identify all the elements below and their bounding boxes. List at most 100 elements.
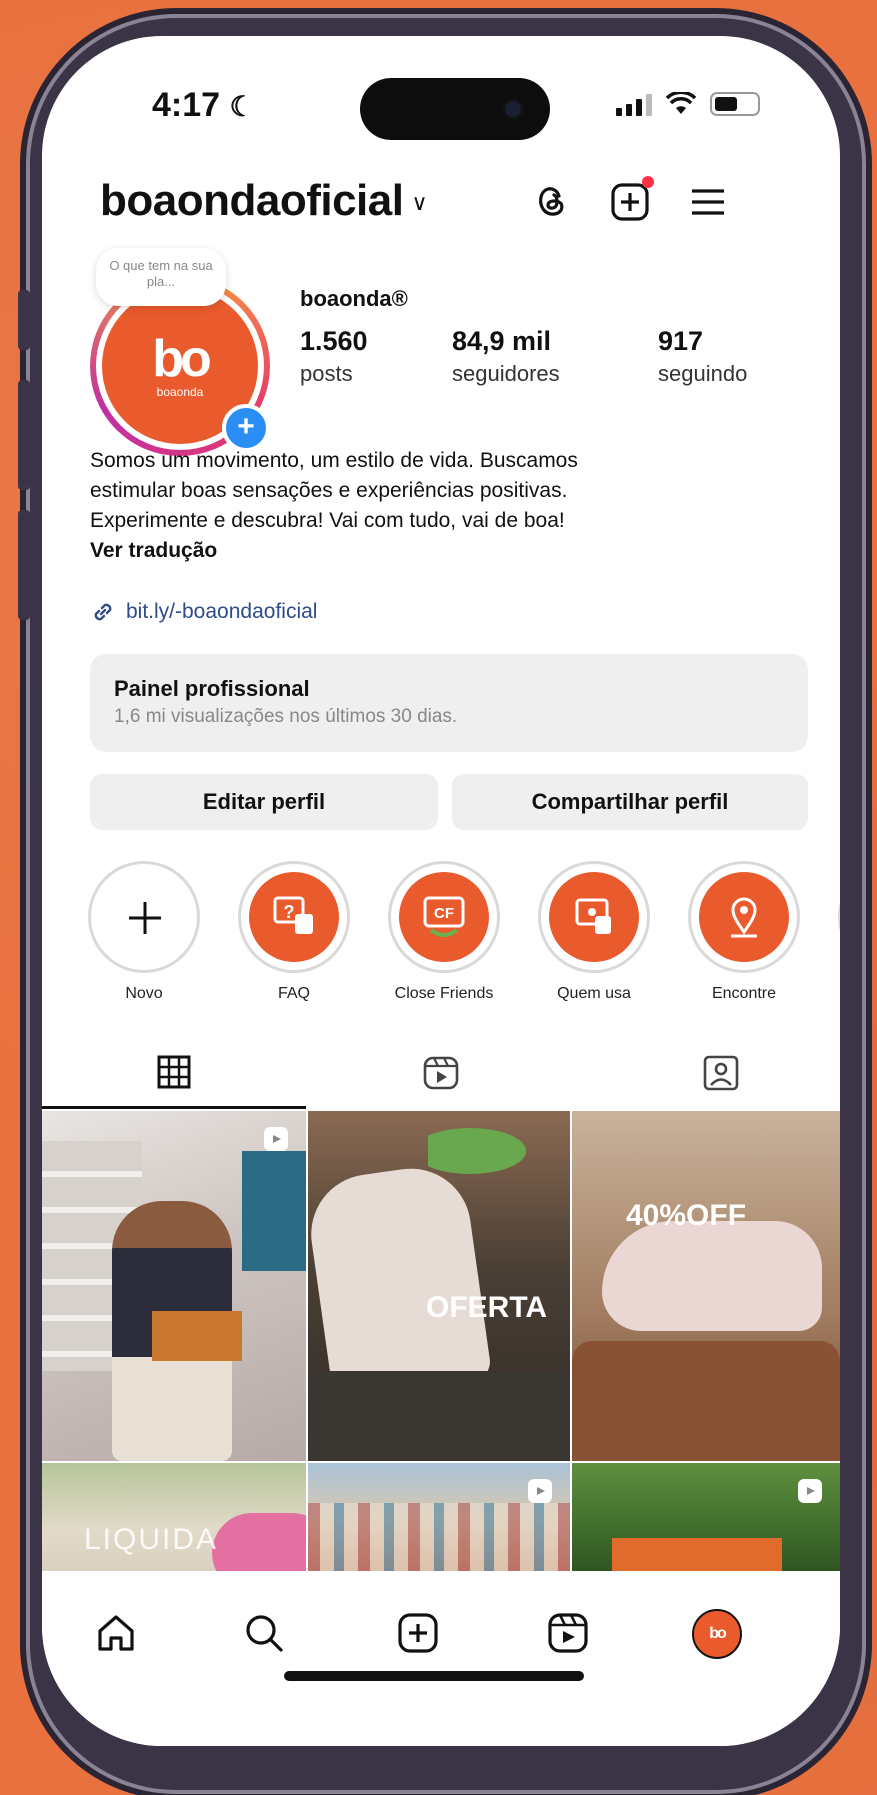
- bottom-navigation: bo: [42, 1571, 840, 1746]
- post-overlay-text: 40%OFF: [626, 1199, 747, 1232]
- stat-value: 84,9 mil: [452, 326, 552, 356]
- status-bar: 4:17 ☾: [42, 36, 840, 156]
- see-translation-link[interactable]: Ver tradução: [90, 536, 730, 566]
- svg-text:CF: CF: [434, 905, 454, 922]
- highlight-more[interactable]: [834, 861, 840, 973]
- phone-mute-switch: [18, 290, 30, 350]
- reel-badge-icon: [264, 1127, 288, 1151]
- display-name: boaonda®: [300, 286, 408, 311]
- close-friends-icon: CF: [423, 896, 465, 937]
- slipper-image: [308, 1160, 493, 1402]
- post-thumbnail[interactable]: LIQUIDA: [42, 1463, 306, 1576]
- shoe-box: [152, 1311, 242, 1361]
- pink-shoe: [212, 1513, 306, 1576]
- post-overlay-text: OFERTA: [426, 1291, 548, 1324]
- brand-logo-sub: boaonda: [156, 385, 204, 399]
- status-time: 4:17 ☾: [152, 86, 255, 124]
- note-bubble[interactable]: O que tem na sua pla...: [96, 248, 226, 306]
- professional-dashboard[interactable]: Painel profissional 1,6 mi visualizações…: [90, 654, 808, 752]
- search-icon[interactable]: [242, 1611, 286, 1655]
- bio-line: estimular boas sensações e experiências …: [90, 479, 568, 502]
- battery-icon: [710, 92, 760, 116]
- post-thumbnail[interactable]: [572, 1463, 840, 1576]
- dashboard-title: Painel profissional: [114, 676, 310, 701]
- stat-following[interactable]: 917 seguindo: [658, 326, 747, 387]
- phone-volume-up: [18, 380, 30, 490]
- username-switcher[interactable]: boaondaoficial ∨: [100, 176, 428, 226]
- share-profile-button[interactable]: Compartilhar perfil: [452, 774, 808, 830]
- leaf-decor: [428, 1111, 568, 1191]
- rock-image: [308, 1371, 570, 1461]
- add-story-plus-icon[interactable]: +: [222, 404, 270, 452]
- plus-icon: [129, 902, 161, 934]
- reel-badge-icon: [798, 1479, 822, 1503]
- svg-text:?: ?: [284, 902, 295, 922]
- edit-profile-button[interactable]: Editar perfil: [90, 774, 438, 830]
- question-chat-icon: ?: [273, 896, 313, 934]
- beach-crowd: [308, 1503, 570, 1576]
- phone-screen: 4:17 ☾ boaondaoficial ∨ bo boaonda O que …: [42, 36, 840, 1746]
- highlight-cover: [699, 872, 789, 962]
- post-thumbnail[interactable]: 40%OFF: [572, 1111, 840, 1461]
- stat-value: 917: [658, 326, 704, 356]
- threads-icon[interactable]: [532, 182, 572, 222]
- create-post-icon[interactable]: [396, 1611, 440, 1655]
- sneaker-image: [602, 1221, 822, 1331]
- brand-logo: bo: [152, 330, 211, 388]
- dashboard-subtitle: 1,6 mi visualizações nos últimos 30 dias…: [114, 706, 458, 727]
- grid-icon[interactable]: [156, 1054, 192, 1090]
- notification-dot: [642, 176, 654, 188]
- stat-followers[interactable]: 84,9 mil seguidores: [452, 326, 560, 387]
- bio-line: Somos um movimento, um estilo de vida. B…: [90, 449, 578, 472]
- chevron-down-icon: ∨: [411, 190, 428, 216]
- signal-icon: [616, 94, 652, 116]
- stat-label: seguindo: [658, 361, 748, 386]
- tree-stump: [572, 1341, 840, 1461]
- stat-value: 1.560: [300, 326, 368, 356]
- bio-line: Experimente e descubra! Vai com tudo, va…: [90, 509, 565, 532]
- highlight-cover: ?: [249, 872, 339, 962]
- moon-icon: ☾: [229, 91, 255, 122]
- post-thumbnail[interactable]: [308, 1463, 570, 1576]
- post-thumbnail[interactable]: OFERTA: [308, 1111, 570, 1461]
- bio-link[interactable]: bit.ly/-boaondaoficial: [90, 599, 317, 625]
- tagged-icon[interactable]: [702, 1054, 740, 1092]
- highlight-label: FAQ: [277, 985, 310, 1002]
- reels-tab-icon[interactable]: [422, 1054, 460, 1092]
- highlight-label: Close Friends: [394, 985, 494, 1002]
- wifi-icon: [666, 92, 696, 114]
- active-tab-indicator: [42, 1106, 306, 1109]
- link-icon: [94, 603, 112, 621]
- highlight-circle: [538, 861, 650, 973]
- highlight-label: Novo: [125, 985, 163, 1002]
- highlight-circle: ?: [238, 861, 350, 973]
- profile-header: boaondaoficial ∨: [42, 176, 840, 256]
- highlight-quem-usa[interactable]: Quem usa: [534, 861, 654, 1003]
- stat-label: posts: [300, 361, 353, 386]
- username-label: boaondaoficial: [100, 176, 404, 225]
- home-indicator: [284, 1671, 584, 1681]
- post-overlay-text: LIQUIDA: [84, 1523, 219, 1556]
- wall-screen: [242, 1151, 306, 1271]
- profile-tab-avatar[interactable]: bo: [692, 1609, 742, 1659]
- highlight-new[interactable]: Novo: [84, 861, 204, 1003]
- add-square-icon: [611, 183, 649, 221]
- dynamic-island: [360, 78, 550, 140]
- bio-link-text: bit.ly/-boaondaoficial: [126, 600, 318, 623]
- highlight-faq[interactable]: ? FAQ: [234, 861, 354, 1003]
- stat-label: seguidores: [452, 361, 560, 386]
- create-button[interactable]: [610, 176, 654, 227]
- reels-icon[interactable]: [546, 1611, 590, 1655]
- home-icon[interactable]: [94, 1611, 138, 1655]
- highlight-circle: [688, 861, 800, 973]
- phone-volume-down: [18, 510, 30, 620]
- highlight-encontre[interactable]: Encontre: [684, 861, 804, 1003]
- post-thumbnail[interactable]: [42, 1111, 306, 1461]
- menu-icon[interactable]: [688, 182, 728, 222]
- stat-posts[interactable]: 1.560 posts: [300, 326, 368, 387]
- highlight-cover: [549, 872, 639, 962]
- profile-tabs: [42, 1046, 840, 1110]
- post-grid: OFERTA 40%OFF LIQUIDA: [42, 1111, 840, 1576]
- highlight-label: Encontre: [711, 985, 777, 1002]
- highlight-close-friends[interactable]: CF Close Friends: [384, 861, 504, 1003]
